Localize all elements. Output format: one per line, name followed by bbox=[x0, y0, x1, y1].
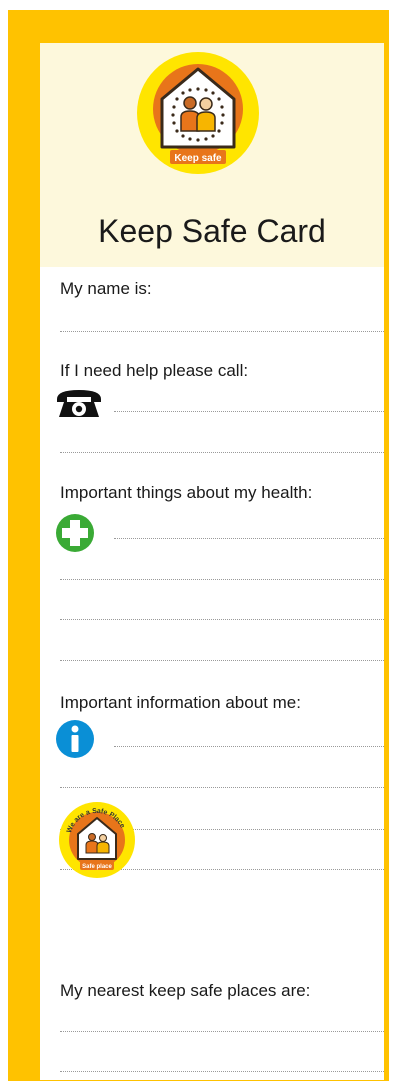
help-label: If I need help please call: bbox=[60, 361, 249, 380]
places-label: My nearest keep safe places are: bbox=[60, 981, 311, 1000]
health-line-4[interactable] bbox=[60, 660, 384, 661]
places-line-2[interactable] bbox=[60, 1071, 384, 1072]
health-line-3[interactable] bbox=[60, 619, 384, 620]
info-line-1[interactable] bbox=[114, 746, 384, 747]
name-line[interactable] bbox=[60, 331, 384, 332]
health-label: Important things about my health: bbox=[60, 483, 313, 502]
places-line-1[interactable] bbox=[60, 1031, 384, 1032]
card-header: Keep safe Keep Safe Card bbox=[40, 43, 384, 267]
info-line-2[interactable] bbox=[60, 787, 384, 788]
safe-place-badge: We are a Safe Place Safe place bbox=[58, 801, 136, 879]
info-label: Important information about me: bbox=[60, 693, 301, 712]
badge-bottom-text: Safe place bbox=[82, 864, 112, 870]
name-label: My name is: bbox=[60, 279, 152, 298]
info-icon bbox=[55, 719, 95, 764]
green-cross-icon bbox=[55, 513, 95, 558]
health-line-2[interactable] bbox=[60, 579, 384, 580]
card-title: Keep Safe Card bbox=[98, 213, 326, 249]
keep-safe-logo: Keep safe bbox=[136, 51, 260, 175]
phone-line-2[interactable] bbox=[60, 452, 384, 453]
card-frame: Keep safe Keep Safe Card My name is: If … bbox=[8, 10, 389, 1081]
health-line-1[interactable] bbox=[114, 538, 384, 539]
card-body: Keep safe Keep Safe Card My name is: If … bbox=[40, 43, 384, 1080]
logo-text: Keep safe bbox=[174, 153, 222, 164]
phone-line-1[interactable] bbox=[114, 411, 384, 412]
telephone-icon bbox=[55, 387, 103, 424]
